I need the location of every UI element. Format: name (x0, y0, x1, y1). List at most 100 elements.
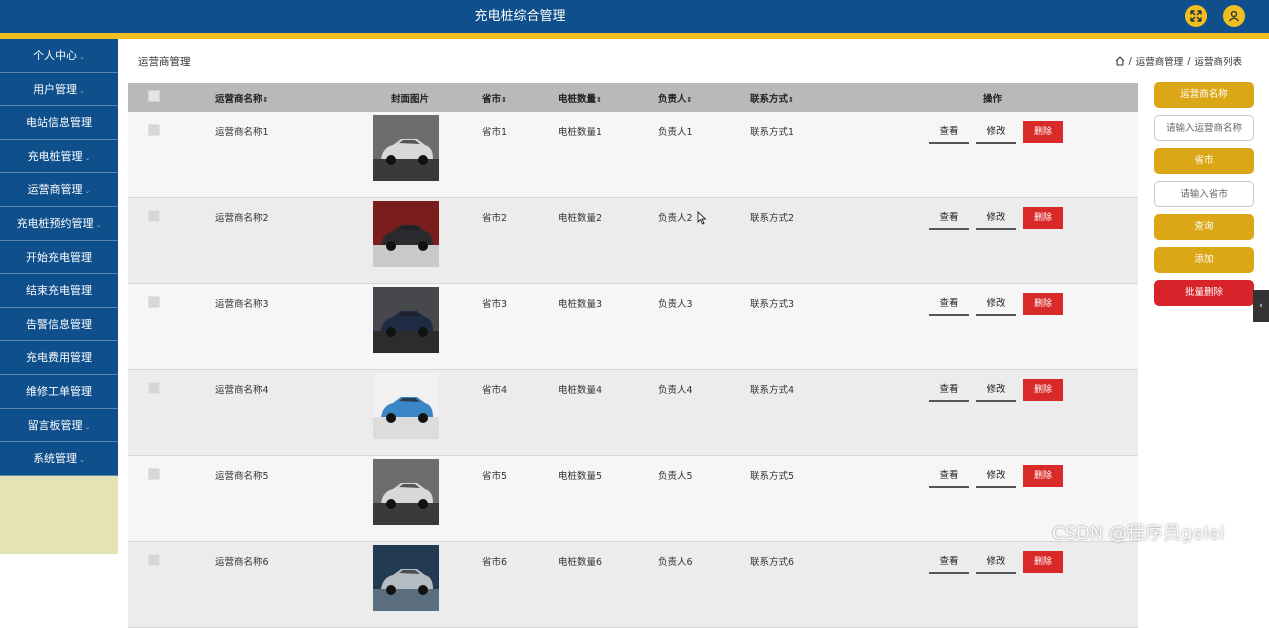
sidebar-item-station-info[interactable]: 电站信息管理 (0, 106, 118, 140)
table-row: 运营商名称3 省市3 电桩数量3 负责人3 联系方式3 查看 修改 删除 (128, 283, 1138, 370)
edit-button[interactable]: 修改 (976, 552, 1016, 574)
sidebar-item-label: 维修工单管理 (26, 384, 92, 398)
breadcrumb-item-operators[interactable]: 运营商管理 (1136, 54, 1184, 68)
column-header-province[interactable]: 省市⇕ (482, 83, 558, 112)
column-header-image: 封面图片 (363, 83, 482, 112)
cell-contact: 联系方式1 (750, 112, 913, 198)
cell-name: 运营商名称3 (215, 283, 363, 370)
sidebar-item-users[interactable]: 用户管理 ⌄ (0, 72, 118, 107)
sort-icon: ⇕ (596, 95, 602, 104)
delete-button[interactable]: 删除 (1023, 379, 1063, 401)
batch-delete-button[interactable]: 批量删除 (1154, 280, 1254, 306)
row-checkbox[interactable] (148, 554, 160, 566)
row-checkbox[interactable] (148, 210, 160, 222)
sidebar-item-label: 充电桩管理 (27, 149, 83, 163)
cell-name: 运营商名称6 (215, 541, 363, 628)
delete-button[interactable]: 删除 (1023, 465, 1063, 487)
chevron-down-icon: ⌄ (84, 187, 91, 196)
sidebar-item-start-charging[interactable]: 开始充电管理 (0, 240, 118, 275)
column-header-owner[interactable]: 负责人⇕ (658, 83, 750, 112)
cell-image (363, 283, 482, 370)
fullscreen-button[interactable] (1185, 5, 1207, 27)
sidebar-item-system[interactable]: 系统管理 ⌄ (0, 442, 118, 476)
cell-owner: 负责人5 (658, 455, 750, 542)
select-all-checkbox[interactable] (148, 90, 160, 102)
car-cover-image (373, 287, 439, 353)
cell-image (363, 541, 482, 628)
cell-owner: 负责人1 (658, 112, 750, 198)
column-header-name[interactable]: 运营商名称⇕ (215, 83, 363, 112)
sidebar-item-repair-orders[interactable]: 维修工单管理 (0, 374, 118, 409)
view-button[interactable]: 查看 (929, 122, 969, 144)
province-input[interactable]: 请输入省市 (1154, 181, 1254, 207)
cell-contact: 联系方式3 (750, 283, 913, 370)
view-button[interactable]: 查看 (929, 466, 969, 488)
delete-button[interactable]: 删除 (1023, 293, 1063, 315)
query-button[interactable]: 查询 (1154, 214, 1254, 240)
sidebar-item-fees[interactable]: 充电费用管理 (0, 341, 118, 375)
sidebar-item-label: 充电桩预约管理 (16, 216, 94, 230)
sidebar-item-label: 个人中心 (33, 49, 78, 62)
cell-owner: 负责人4 (658, 369, 750, 456)
sidebar-item-operators[interactable]: 运营商管理 ⌄ (0, 173, 118, 207)
sidebar-item-personal-center[interactable]: 个人中心 ⌄ (0, 39, 118, 73)
sidebar-item-label: 开始充电管理 (26, 250, 92, 264)
car-cover-image (373, 115, 439, 181)
row-checkbox[interactable] (148, 382, 160, 394)
add-button[interactable]: 添加 (1154, 247, 1254, 273)
chevron-down-icon: ⌄ (84, 153, 91, 162)
cell-actions: 查看 修改 删除 (913, 197, 1138, 284)
edit-button[interactable]: 修改 (976, 208, 1016, 230)
sidebar-item-end-charging[interactable]: 结束充电管理 (0, 274, 118, 308)
cell-actions: 查看 修改 删除 (913, 541, 1138, 628)
cell-actions: 查看 修改 删除 (913, 369, 1138, 456)
breadcrumb-separator: / (1128, 55, 1132, 67)
sidebar-item-charging-piles[interactable]: 充电桩管理 ⌄ (0, 139, 118, 174)
sidebar-item-message-board[interactable]: 留言板管理 ⌄ (0, 408, 118, 443)
sort-icon: ⇕ (788, 95, 794, 104)
delete-button[interactable]: 删除 (1023, 551, 1063, 573)
home-icon[interactable] (1115, 56, 1125, 66)
sidebar-item-label: 系统管理 (33, 452, 78, 466)
cell-province: 省市2 (482, 197, 558, 284)
app-title: 充电桩综合管理 (474, 9, 566, 24)
car-cover-image (373, 459, 439, 525)
view-button[interactable]: 查看 (929, 380, 969, 402)
sidebar-item-label: 电站信息管理 (26, 116, 92, 130)
chevron-down-icon: ⌄ (95, 220, 102, 229)
view-button[interactable]: 查看 (929, 208, 969, 230)
cell-contact: 联系方式6 (750, 541, 913, 628)
column-header-count[interactable]: 电桩数量⇕ (558, 83, 658, 112)
row-checkbox[interactable] (148, 296, 160, 308)
cell-province: 省市1 (482, 112, 558, 198)
sidebar: 个人中心 ⌄ 用户管理 ⌄ 电站信息管理 充电桩管理 ⌄ 运营商管理 ⌄ 充电桩预约管理… (0, 39, 118, 554)
search-panel: 运营商名称 请输入运营商名称 省市 请输入省市 查询 添加 批量删除 (1154, 82, 1254, 306)
sort-icon: ⇕ (501, 95, 507, 104)
delete-button[interactable]: 删除 (1023, 121, 1063, 143)
sidebar-item-reservations[interactable]: 充电桩预约管理 ⌄ (0, 206, 118, 241)
chevron-left-icon: ‹ (1259, 301, 1263, 311)
sidebar-item-label: 运营商管理 (27, 183, 83, 197)
row-checkbox[interactable] (148, 468, 160, 480)
view-button[interactable]: 查看 (929, 294, 969, 316)
sidebar-item-alerts[interactable]: 告警信息管理 (0, 307, 118, 342)
chevron-down-icon: ⌄ (79, 53, 85, 61)
edit-button[interactable]: 修改 (976, 122, 1016, 144)
car-cover-image (373, 373, 439, 439)
edit-button[interactable]: 修改 (976, 294, 1016, 316)
operator-name-input[interactable]: 请输入运营商名称 (1154, 115, 1254, 141)
cell-actions: 查看 修改 删除 (913, 112, 1138, 198)
cell-province: 省市6 (482, 541, 558, 628)
edit-button[interactable]: 修改 (976, 466, 1016, 488)
mouse-cursor-icon (697, 211, 707, 225)
collapse-panel-button[interactable]: ‹ (1253, 290, 1269, 322)
view-button[interactable]: 查看 (929, 552, 969, 574)
column-header-label: 省市 (482, 93, 502, 105)
cell-name: 运营商名称5 (215, 455, 363, 542)
cell-province: 省市4 (482, 369, 558, 456)
delete-button[interactable]: 删除 (1023, 207, 1063, 229)
row-checkbox[interactable] (148, 124, 160, 136)
edit-button[interactable]: 修改 (976, 380, 1016, 402)
user-menu-button[interactable] (1223, 5, 1245, 27)
column-header-contact[interactable]: 联系方式⇕ (750, 83, 913, 112)
